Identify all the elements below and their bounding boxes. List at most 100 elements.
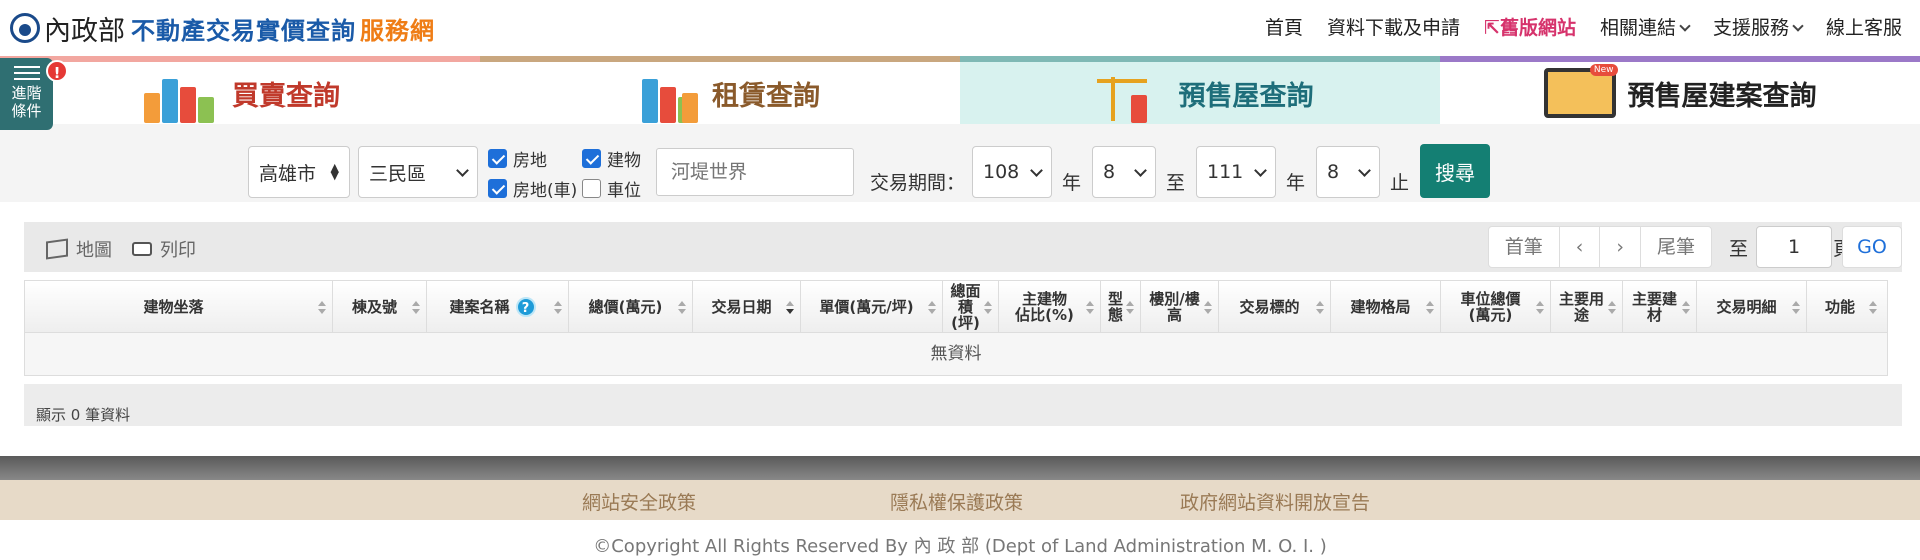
prev-page-button[interactable]: ‹ bbox=[1560, 227, 1601, 267]
column-header[interactable]: 建物坐落 bbox=[25, 281, 333, 332]
sort-icon[interactable] bbox=[318, 301, 326, 315]
sort-icon[interactable] bbox=[1536, 301, 1544, 315]
rent-buildings-icon bbox=[620, 75, 700, 123]
print-button[interactable]: 列印 bbox=[132, 236, 196, 262]
column-header[interactable]: 總價(萬元) bbox=[569, 281, 693, 332]
nav-legacy-site[interactable]: ⇱舊版網站 bbox=[1484, 13, 1576, 40]
sort-icon[interactable] bbox=[1608, 301, 1616, 315]
column-header[interactable]: 主要用途 bbox=[1551, 281, 1623, 332]
sort-icon[interactable] bbox=[412, 301, 420, 315]
nav-legacy-label: 舊版網站 bbox=[1499, 17, 1576, 39]
print-label: 列印 bbox=[160, 240, 196, 261]
column-header[interactable]: 交易明細 bbox=[1697, 281, 1807, 332]
sort-icon[interactable] bbox=[1316, 301, 1324, 315]
checkbox-land-building[interactable]: 房地 bbox=[488, 146, 547, 171]
printer-icon bbox=[132, 242, 152, 256]
district-select[interactable]: 三民區 bbox=[358, 146, 478, 198]
nav-support-label: 支援服務 bbox=[1712, 17, 1789, 39]
sort-icon[interactable] bbox=[786, 301, 794, 315]
nav-online-service[interactable]: 線上客服 bbox=[1826, 13, 1902, 40]
column-header[interactable]: 樓別/樓高 bbox=[1141, 281, 1219, 332]
nav-support[interactable]: 支援服務 bbox=[1712, 13, 1804, 40]
sort-icon[interactable] bbox=[1869, 301, 1877, 315]
checkbox-checked-icon[interactable] bbox=[582, 149, 601, 168]
to-month-value: 8 bbox=[1327, 161, 1340, 183]
empty-message: 無資料 bbox=[25, 333, 1887, 375]
tab-rent[interactable]: 租賃查詢 bbox=[480, 56, 960, 124]
advanced-label-1: 進階 bbox=[11, 84, 42, 102]
checkbox-parking[interactable]: 車位 bbox=[582, 176, 641, 201]
footer-privacy-policy[interactable]: 隱私權保護政策 bbox=[890, 488, 1023, 515]
column-header[interactable]: 總面積 (坪) bbox=[943, 281, 999, 332]
go-button[interactable]: GO bbox=[1842, 226, 1902, 268]
column-header[interactable]: 交易日期 bbox=[693, 281, 801, 332]
column-header[interactable]: 車位總價 (萬元) bbox=[1441, 281, 1551, 332]
city-select[interactable]: 高雄市 ▲ ▼ bbox=[248, 146, 350, 198]
last-page-button[interactable]: 尾筆 bbox=[1641, 227, 1711, 267]
sort-icon[interactable] bbox=[1126, 301, 1134, 315]
next-page-button[interactable]: › bbox=[1600, 227, 1641, 267]
map-button[interactable]: 地圖 bbox=[46, 236, 112, 262]
checkbox-checked-icon[interactable] bbox=[488, 149, 507, 168]
site-logo[interactable]: 內政部 不動產交易實價查詢 服務網 bbox=[10, 10, 435, 47]
from-month-value: 8 bbox=[1103, 161, 1116, 183]
sort-icon[interactable] bbox=[1682, 301, 1690, 315]
alert-badge-icon: ! bbox=[46, 60, 68, 82]
help-question-icon[interactable]: ? bbox=[515, 296, 536, 317]
search-button[interactable]: 搜尋 bbox=[1420, 144, 1490, 198]
advanced-filter-button[interactable]: 進階 條件 bbox=[0, 58, 53, 130]
page-number-input[interactable]: 1 bbox=[1756, 226, 1832, 268]
footer-security-policy[interactable]: 網站安全政策 bbox=[582, 488, 696, 515]
column-header[interactable]: 建物格局 bbox=[1331, 281, 1441, 332]
column-header[interactable]: 型態 bbox=[1101, 281, 1141, 332]
footer-links: 網站安全政策 隱私權保護政策 政府網站資料開放宣告 bbox=[0, 480, 1920, 520]
column-header-label: 主要建材 bbox=[1631, 289, 1677, 324]
nav-home[interactable]: 首頁 bbox=[1265, 13, 1303, 40]
sort-icon[interactable] bbox=[1204, 301, 1212, 315]
column-header[interactable]: 建案名稱? bbox=[427, 281, 569, 332]
nav-download[interactable]: 資料下載及申請 bbox=[1327, 13, 1460, 40]
tab-presale-project[interactable]: New 預售屋建案查詢 bbox=[1440, 56, 1920, 124]
nav-related-links[interactable]: 相關連結 bbox=[1599, 13, 1691, 40]
sort-icon[interactable] bbox=[928, 301, 936, 315]
column-header-label: 型態 bbox=[1107, 289, 1123, 324]
column-header[interactable]: 單價(萬元/坪) bbox=[801, 281, 943, 332]
column-header[interactable]: 功能 bbox=[1807, 281, 1883, 332]
tab-sale[interactable]: 買賣查詢 bbox=[0, 56, 480, 124]
column-header[interactable]: 主建物 佔比(%) bbox=[999, 281, 1101, 332]
nav-related-links-label: 相關連結 bbox=[1599, 17, 1676, 39]
checkbox-checked-icon[interactable] bbox=[488, 179, 507, 198]
from-month-select[interactable]: 8 bbox=[1092, 146, 1156, 198]
sort-icon[interactable] bbox=[984, 301, 992, 315]
chevron-down-icon bbox=[1358, 163, 1371, 177]
sort-icon[interactable] bbox=[1086, 301, 1094, 315]
project-screen-icon: New bbox=[1543, 64, 1618, 118]
column-header[interactable]: 棟及號 bbox=[333, 281, 427, 332]
to-year-select[interactable]: 111 bbox=[1196, 146, 1276, 198]
sort-icon[interactable] bbox=[678, 301, 686, 315]
site-header: 內政部 不動產交易實價查詢 服務網 首頁 資料下載及申請 ⇱舊版網站 相關連結 … bbox=[0, 0, 1920, 56]
first-page-button[interactable]: 首筆 bbox=[1489, 227, 1560, 267]
tab-rent-label: 租賃查詢 bbox=[712, 80, 820, 112]
to-month-select[interactable]: 8 bbox=[1316, 146, 1380, 198]
column-header[interactable]: 交易標的 bbox=[1219, 281, 1331, 332]
checkbox-unchecked-icon[interactable] bbox=[582, 179, 601, 198]
column-header[interactable]: 主要建材 bbox=[1623, 281, 1697, 332]
sort-icon[interactable] bbox=[554, 301, 562, 315]
sort-icon[interactable] bbox=[1792, 301, 1800, 315]
to-label: 至 bbox=[1166, 172, 1186, 194]
footer-open-data[interactable]: 政府網站資料開放宣告 bbox=[1180, 488, 1370, 515]
chevron-down-icon bbox=[1679, 20, 1691, 32]
keyword-input[interactable] bbox=[656, 148, 854, 196]
checkbox-land-building-parking[interactable]: 房地(車) bbox=[488, 176, 577, 201]
sort-icon[interactable] bbox=[1426, 301, 1434, 315]
period-label: 交易期間： bbox=[870, 168, 965, 195]
checkbox-building[interactable]: 建物 bbox=[582, 146, 641, 171]
from-year-select[interactable]: 108 bbox=[972, 146, 1052, 198]
tab-presale-label: 預售屋查詢 bbox=[1178, 80, 1314, 112]
column-header-label: 棟及號 bbox=[351, 297, 397, 316]
pagination: 首筆 ‹ › 尾筆 bbox=[1487, 226, 1712, 268]
period-colon: ： bbox=[946, 172, 966, 194]
tab-presale[interactable]: 預售屋查詢 bbox=[960, 56, 1440, 124]
column-header-label: 主建物 佔比(%) bbox=[1015, 289, 1074, 324]
